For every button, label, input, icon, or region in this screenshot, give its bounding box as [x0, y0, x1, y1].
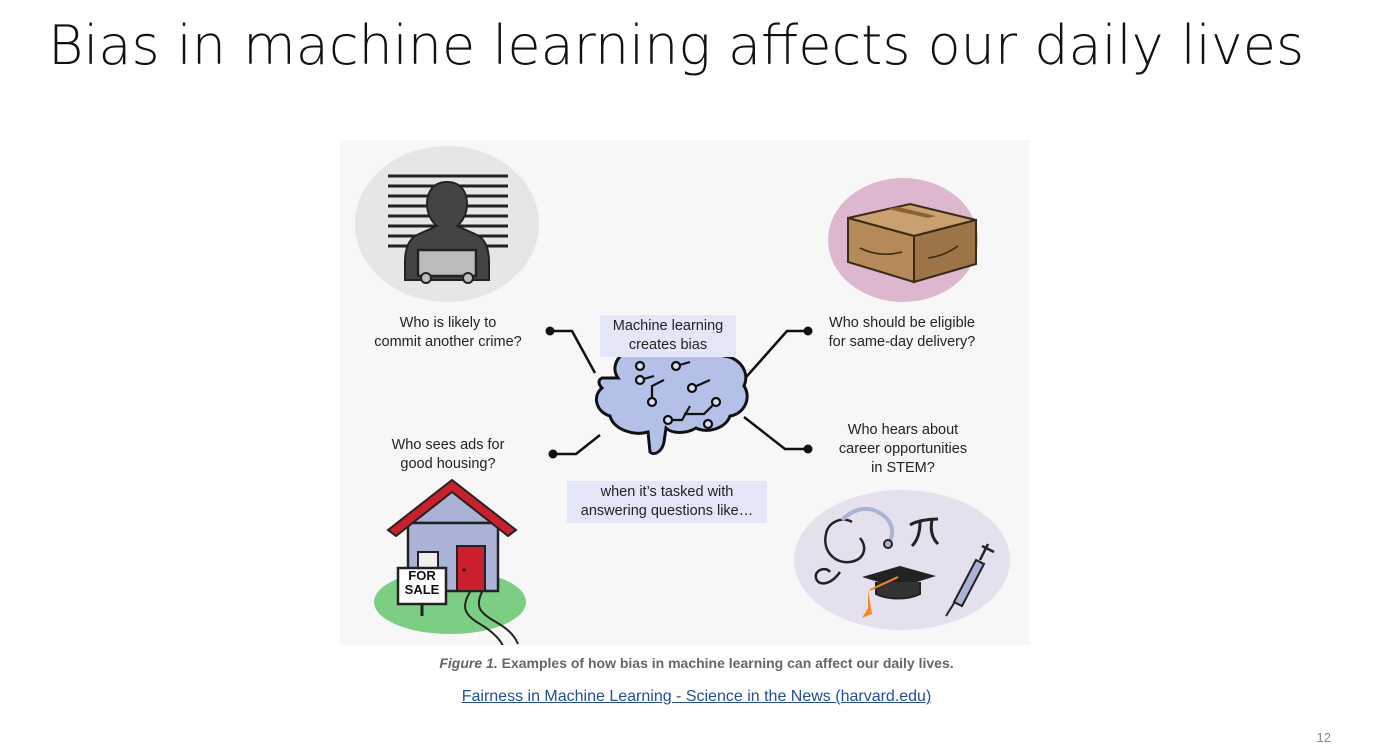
stem-icons [794, 490, 1010, 630]
house-icon [374, 478, 526, 645]
page-number: 12 [1316, 730, 1331, 745]
figure-caption: Figure 1. Examples of how bias in machin… [0, 655, 1393, 671]
question-stem: Who hears about career opportunities in … [818, 421, 988, 478]
center-top-label: Machine learning creates bias [600, 315, 736, 357]
center-bottom-label-line-2: answering questions like… [580, 503, 754, 519]
question-housing-line-1: Who sees ads for [391, 437, 505, 453]
sign-line-1: FOR [408, 568, 436, 583]
question-stem-line-3: in STEM? [871, 460, 935, 476]
package-box-icon [828, 178, 978, 302]
mugshot-icon [355, 146, 539, 302]
center-top-label-line-1: Machine learning [612, 318, 724, 334]
question-delivery: Who should be eligible for same-day deli… [812, 314, 992, 352]
center-top-label-line-2: creates bias [628, 337, 708, 353]
question-crime-line-1: Who is likely to [399, 315, 497, 331]
question-crime-line-2: commit another crime? [374, 334, 522, 350]
center-bottom-label-line-1: when it’s tasked with [600, 484, 734, 500]
source-link[interactable]: Fairness in Machine Learning - Science i… [462, 688, 932, 705]
sign-line-2: SALE [404, 582, 440, 597]
for-sale-sign-text: FOR SALE [398, 569, 446, 597]
question-delivery-line-1: Who should be eligible [829, 315, 975, 331]
caption-prefix: Figure 1. [439, 655, 498, 671]
center-bottom-label: when it’s tasked with answering question… [567, 481, 767, 523]
question-stem-line-1: Who hears about [847, 422, 959, 438]
slide-title: Bias in machine learning affects our dai… [48, 14, 1305, 77]
question-delivery-line-2: for same-day delivery? [828, 334, 976, 350]
caption-text: Examples of how bias in machine learning… [497, 655, 954, 671]
question-housing-line-2: good housing? [400, 456, 496, 472]
question-stem-line-2: career opportunities [838, 441, 968, 457]
source-link-row: Fairness in Machine Learning - Science i… [0, 688, 1393, 706]
question-housing: Who sees ads for good housing? [368, 436, 528, 474]
bias-figure: Who is likely to commit another crime? W… [340, 140, 1030, 645]
question-crime: Who is likely to commit another crime? [358, 314, 538, 352]
